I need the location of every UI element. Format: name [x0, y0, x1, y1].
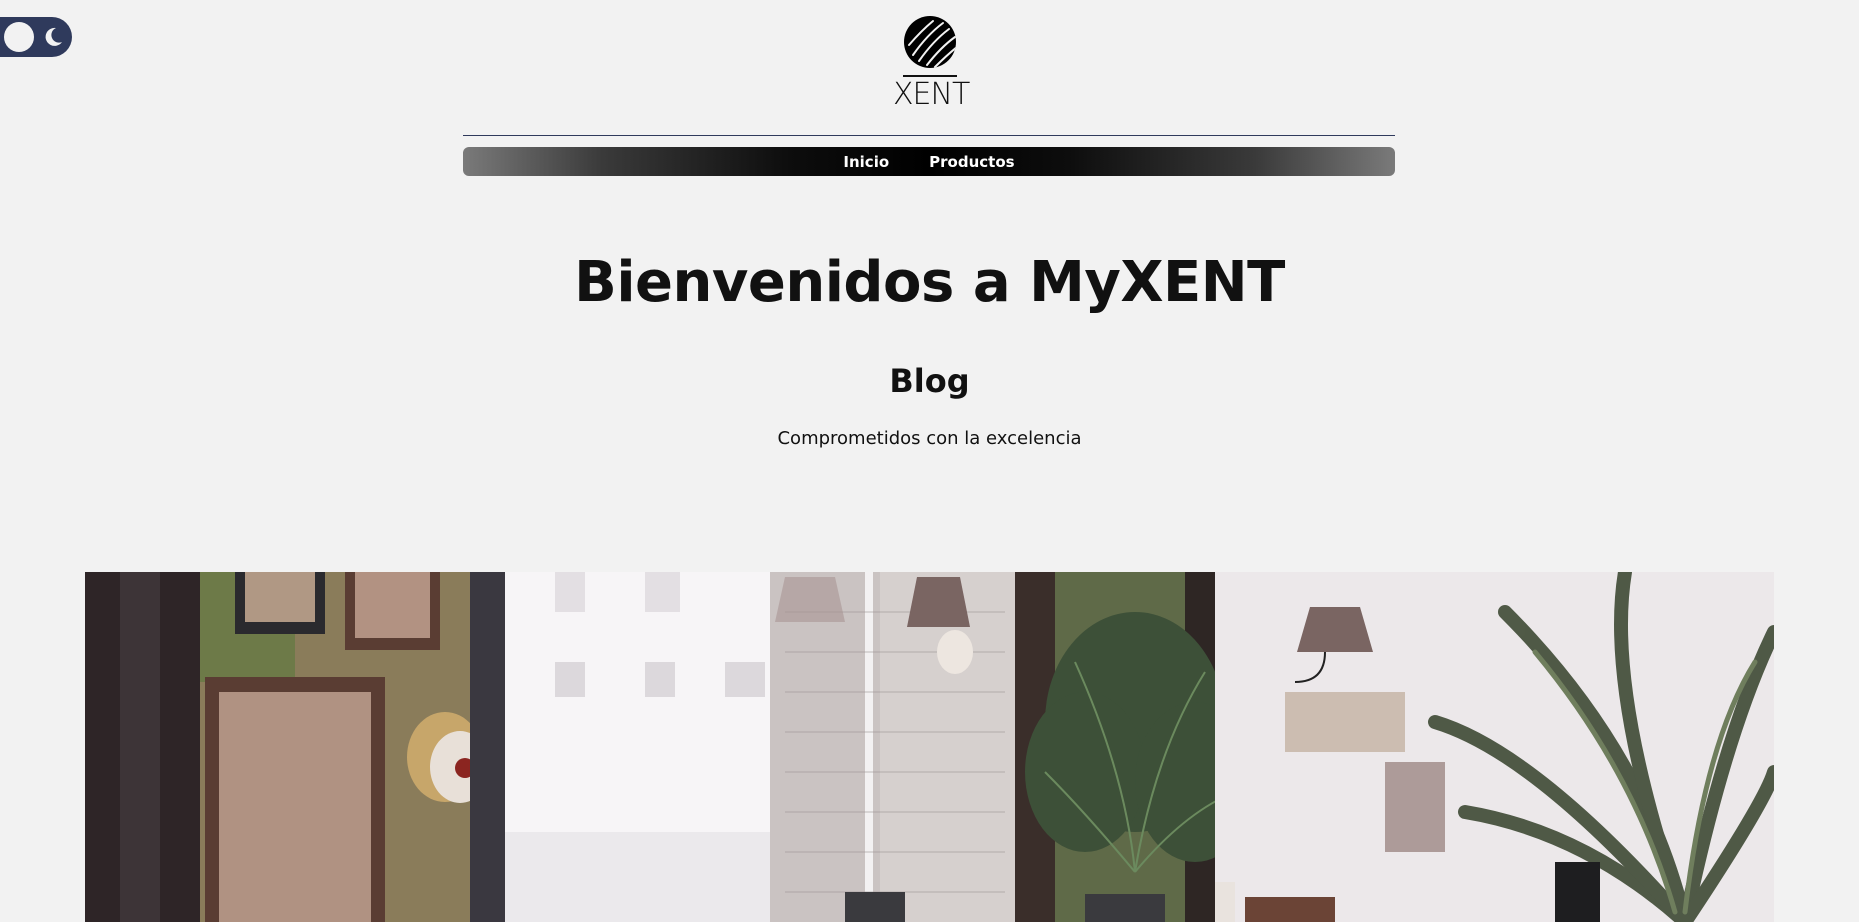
section-title: Blog	[889, 362, 970, 400]
moon-icon	[38, 22, 68, 52]
nav-item-productos[interactable]: Productos	[929, 153, 1014, 171]
site-logo[interactable]: XENT	[893, 15, 970, 120]
logo-text: XENT	[893, 77, 970, 112]
theme-toggle[interactable]	[0, 17, 72, 57]
striped-ball-icon	[904, 16, 956, 68]
main-nav: Inicio Productos	[463, 147, 1395, 176]
page-title: Bienvenidos a MyXENT	[574, 250, 1285, 315]
cafe-interior-photo	[85, 572, 1774, 922]
tagline: Comprometidos con la excelencia	[777, 428, 1082, 449]
nav-item-inicio[interactable]: Inicio	[843, 153, 889, 171]
header-divider	[463, 135, 1395, 136]
circle-icon	[4, 22, 34, 52]
